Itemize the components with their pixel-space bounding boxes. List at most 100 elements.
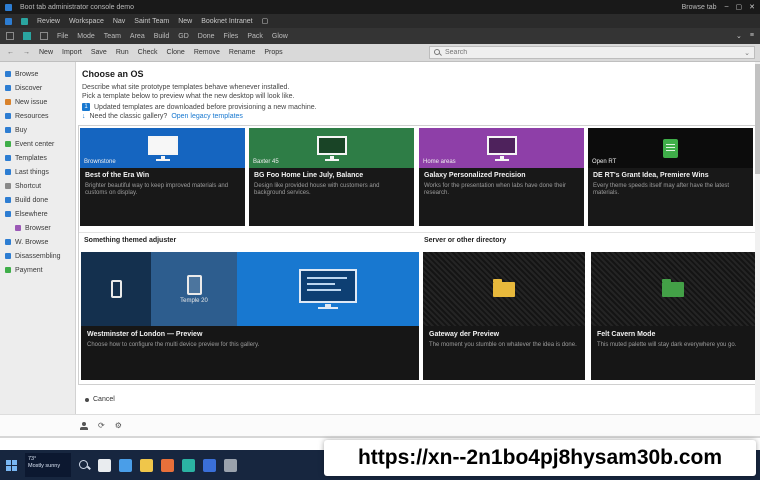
url-text: https://xn--2n1bo4pj8hysam30b.com (357, 446, 723, 469)
os-template-card-3[interactable]: Home areas Galaxy Personalized Precision… (419, 128, 584, 226)
weather-widget[interactable]: 73° Mostly sunny (25, 453, 71, 477)
tab-square-active-icon[interactable] (23, 32, 31, 40)
tab-gd[interactable]: GD (178, 33, 189, 40)
sidebar-icon (5, 211, 11, 217)
template-badge: Home areas (423, 159, 456, 165)
directory-card-2[interactable]: Felt Cavern Mode This muted palette will… (591, 252, 755, 380)
os-template-card-2[interactable]: Baxter 45 BG Foo Home Line July, Balance… (249, 128, 414, 226)
os-template-card-4[interactable]: Open RT DE RT's Grant Idea, Premiere Win… (588, 128, 753, 226)
window-bottom-edge (0, 436, 760, 438)
minimize-button[interactable]: – (725, 3, 729, 11)
featured-theme-card[interactable]: Temple 20 Westminster of London — Previe… (81, 252, 419, 380)
sidebar-icon (5, 127, 11, 133)
taskbar-icon-notepad[interactable] (98, 458, 111, 472)
tab-build[interactable]: Build (154, 33, 170, 40)
template-preview: Brownstone (80, 128, 245, 168)
monitor-icon (147, 135, 178, 161)
chevron-down-icon[interactable]: ⌄ (736, 32, 742, 40)
sidebar-icon (5, 253, 11, 259)
sidebar-item-new-issue[interactable]: New issue (0, 95, 75, 109)
tab-square-icon-2[interactable] (40, 32, 48, 40)
sidebar-item-browse[interactable]: Browse (0, 67, 75, 81)
toolbar-clone-button[interactable]: Clone (167, 49, 185, 56)
directory-card-1[interactable]: Gateway der Preview The moment you stumb… (423, 252, 585, 380)
intro-line-1: Describe what site prototype templates b… (82, 84, 290, 91)
scrollbar-thumb[interactable] (755, 64, 760, 174)
taskbar-icon-firefox[interactable] (161, 458, 174, 472)
back-icon[interactable]: ← (7, 49, 14, 56)
tab-area[interactable]: Area (130, 33, 145, 40)
taskbar-search-icon[interactable] (79, 459, 90, 471)
menu-item-new[interactable]: New (178, 18, 192, 25)
toolbar-props-button[interactable]: Props (264, 49, 282, 56)
taskbar-icon-edge-browser[interactable] (119, 458, 132, 472)
toolbar-run-button[interactable]: Run (116, 49, 129, 56)
forward-icon[interactable]: → (23, 49, 30, 56)
toolbar-check-button[interactable]: Check (138, 49, 158, 56)
sidebar-item-resources[interactable]: Resources (0, 109, 75, 123)
intro-text: Describe what site prototype templates b… (82, 83, 294, 101)
phone-icon (110, 280, 122, 298)
tab-file[interactable]: File (57, 33, 68, 40)
menu-item-intranet[interactable]: Booknet Intranet (201, 18, 252, 25)
menu-item-workspace[interactable]: Workspace (69, 18, 104, 25)
search-input[interactable] (445, 49, 741, 56)
menu-icon[interactable]: ≡ (750, 32, 754, 40)
section-header-directory: Server or other directory (424, 237, 507, 244)
sidebar-item-label: Buy (15, 126, 28, 134)
sidebar-item-templates[interactable]: Templates (0, 151, 75, 165)
start-button[interactable] (6, 459, 17, 471)
sidebar-icon (5, 239, 11, 245)
menu-item-saint-team[interactable]: Saint Team (134, 18, 169, 25)
sidebar-item-shortcut[interactable]: Shortcut (0, 179, 75, 193)
sidebar-item-event-center[interactable]: Event center (0, 137, 75, 151)
menu-item-nav[interactable]: Nav (113, 18, 125, 25)
monitor-icon (486, 135, 517, 161)
toolbar: ← → New Import Save Run Check Clone Remo… (0, 44, 760, 62)
page-title: Choose an OS (82, 69, 144, 79)
tabbar-right-icons: ⌄ ≡ (736, 32, 754, 40)
sidebar-item-discover[interactable]: Discover (0, 81, 75, 95)
cancel-row[interactable]: Cancel (85, 396, 115, 403)
intro-line-2: Pick a template below to preview what th… (82, 93, 295, 100)
sidebar-item-browser[interactable]: Browser (0, 221, 75, 235)
sidebar-item-disassembling[interactable]: Disassembling (0, 249, 75, 263)
search-chevron-icon[interactable]: ⌄ (744, 49, 750, 57)
tab-done[interactable]: Done (198, 33, 215, 40)
toolbar-rename-button[interactable]: Rename (229, 49, 255, 56)
os-template-card-1[interactable]: Brownstone Best of the Era Win Brighter … (80, 128, 245, 226)
tab-glow[interactable]: Glow (272, 33, 288, 40)
tab-team[interactable]: Team (104, 33, 121, 40)
sidebar-item-buy[interactable]: Buy (0, 123, 75, 137)
tab-mode[interactable]: Mode (77, 33, 95, 40)
user-icon[interactable] (80, 421, 88, 430)
sidebar-item-payment[interactable]: Payment (0, 263, 75, 277)
gear-icon[interactable]: ⚙ (115, 421, 122, 430)
cancel-link[interactable]: Cancel (93, 396, 115, 403)
menu-item-review[interactable]: Review (37, 18, 60, 25)
window-glyph-icon[interactable]: ▢ (262, 17, 269, 25)
legacy-templates-link[interactable]: Open legacy templates (171, 113, 243, 120)
tab-pack[interactable]: Pack (247, 33, 263, 40)
template-desc: Works for the presentation when labs hav… (424, 183, 566, 196)
taskbar-icon-store[interactable] (182, 458, 195, 472)
sidebar-item-last-things[interactable]: Last things (0, 165, 75, 179)
taskbar-icon-file-explorer[interactable] (140, 458, 153, 472)
taskbar-icon-settings[interactable] (224, 458, 237, 472)
toolbar-save-button[interactable]: Save (91, 49, 107, 56)
directory-preview (423, 252, 585, 326)
toolbar-new-button[interactable]: New (39, 49, 53, 56)
template-badge: Brownstone (84, 159, 116, 165)
taskbar-icon-mail[interactable] (203, 458, 216, 472)
tab-square-icon[interactable] (6, 32, 14, 40)
refresh-icon[interactable]: ⟳ (98, 421, 105, 430)
toolbar-remove-button[interactable]: Remove (194, 49, 220, 56)
app-icon (5, 3, 12, 11)
tab-files[interactable]: Files (224, 33, 239, 40)
sidebar-item-w-browse[interactable]: W. Browse (0, 235, 75, 249)
sidebar-item-elsewhere[interactable]: Elsewhere (0, 207, 75, 221)
close-button[interactable]: ✕ (749, 3, 755, 11)
sidebar-item-build-done[interactable]: Build done (0, 193, 75, 207)
toolbar-import-button[interactable]: Import (62, 49, 82, 56)
maximize-button[interactable]: ▢ (736, 3, 743, 11)
